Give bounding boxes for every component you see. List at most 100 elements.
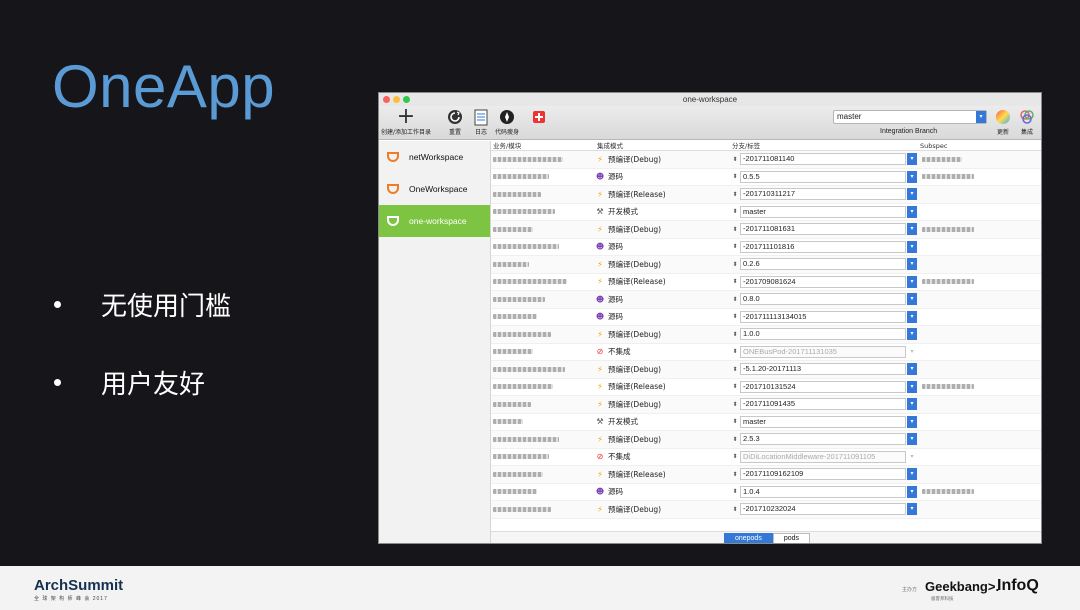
update-button[interactable]: 更新: [993, 107, 1013, 136]
chevron-down-icon[interactable]: ▾: [907, 380, 917, 393]
stepper-icon[interactable]: ⬍: [730, 278, 740, 285]
mode-cell[interactable]: ☻ 源码: [595, 171, 730, 182]
mode-cell[interactable]: ⚡ 预编译(Release): [595, 381, 730, 392]
reset-button[interactable]: 重置: [445, 107, 465, 136]
mode-cell[interactable]: ⚡ 预编译(Debug): [595, 329, 730, 340]
stepper-icon[interactable]: ⬍: [730, 453, 740, 460]
stepper-icon[interactable]: ⬍: [730, 191, 740, 198]
mode-cell[interactable]: ⚒ 开发模式: [595, 416, 730, 427]
chevron-down-icon[interactable]: ▾: [907, 398, 917, 411]
stepper-icon[interactable]: ⬍: [730, 208, 740, 215]
chevron-down-icon[interactable]: ▾: [907, 188, 917, 201]
branch-field[interactable]: DiDiLocationMiddleware-201711091105: [740, 450, 906, 463]
chevron-down-icon[interactable]: ▾: [907, 310, 917, 323]
mode-cell[interactable]: ⊘ 不集成: [595, 346, 730, 357]
mode-cell[interactable]: ⚡ 预编译(Release): [595, 276, 730, 287]
zoom-icon[interactable]: [403, 96, 410, 103]
stepper-icon[interactable]: ⬍: [730, 156, 740, 163]
branch-field[interactable]: -201711101816: [740, 240, 906, 253]
stepper-icon[interactable]: ⬍: [730, 296, 740, 303]
mode-cell[interactable]: ⚡ 预编译(Debug): [595, 434, 730, 445]
branch-field[interactable]: 0.8.0: [740, 293, 906, 306]
stepper-icon[interactable]: ⬍: [730, 261, 740, 268]
sidebar-item-one-workspace[interactable]: one-workspace: [379, 205, 490, 237]
chevron-down-icon[interactable]: ▾: [907, 170, 917, 183]
stepper-icon[interactable]: ⬍: [730, 383, 740, 390]
chevron-down-icon[interactable]: ▾: [907, 451, 917, 463]
branch-field[interactable]: -201710232024: [740, 503, 906, 516]
chevron-down-icon[interactable]: ▾: [907, 293, 917, 306]
branch-field[interactable]: -20171109162109: [740, 468, 906, 481]
minimize-icon[interactable]: [393, 96, 400, 103]
integrate-button[interactable]: 集成: [1017, 107, 1037, 136]
branch-field[interactable]: 1.0.4: [740, 485, 906, 498]
branch-field[interactable]: ONEBusPod-201711131035: [740, 345, 906, 358]
tab-onepods[interactable]: onepods: [723, 533, 773, 543]
sidebar-item-networkspace[interactable]: netWorkspace: [379, 141, 490, 173]
branch-field[interactable]: -201710131524: [740, 380, 906, 393]
stepper-icon[interactable]: ⬍: [730, 331, 740, 338]
chevron-down-icon[interactable]: ▾: [907, 275, 917, 288]
create-workspace-button[interactable]: + 创建/添加工作目录: [381, 106, 431, 137]
branch-field[interactable]: 2.5.3: [740, 433, 906, 446]
branch-field[interactable]: -201709081624: [740, 275, 906, 288]
close-icon[interactable]: [383, 96, 390, 103]
mode-cell[interactable]: ☻ 源码: [595, 294, 730, 305]
chevron-down-icon[interactable]: ▾: [907, 415, 917, 428]
branch-field[interactable]: -201711091435: [740, 398, 906, 411]
stepper-icon[interactable]: ⬍: [730, 226, 740, 233]
chevron-down-icon[interactable]: ▾: [907, 433, 917, 446]
branch-field[interactable]: -201711113134015: [740, 310, 906, 323]
chevron-down-icon[interactable]: ▾: [907, 346, 917, 358]
chevron-down-icon[interactable]: ▾: [907, 503, 917, 516]
mode-cell[interactable]: ⚡ 预编译(Debug): [595, 224, 730, 235]
chevron-down-icon[interactable]: ▾: [907, 485, 917, 498]
mode-cell[interactable]: ⚡ 预编译(Debug): [595, 154, 730, 165]
stepper-icon[interactable]: ⬍: [730, 348, 740, 355]
chevron-down-icon[interactable]: ▾: [907, 258, 917, 271]
mode-cell[interactable]: ⚡ 预编译(Debug): [595, 399, 730, 410]
branch-field[interactable]: -5.1.20-20171113: [740, 363, 906, 376]
stepper-icon[interactable]: ⬍: [730, 418, 740, 425]
stepper-icon[interactable]: ⬍: [730, 243, 740, 250]
tab-pods[interactable]: pods: [772, 533, 811, 543]
chevron-down-icon[interactable]: ▾: [907, 328, 917, 341]
mode-cell[interactable]: ⚡ 预编译(Release): [595, 469, 730, 480]
log-button[interactable]: 日志: [471, 107, 491, 136]
stepper-icon[interactable]: ⬍: [730, 313, 740, 320]
mode-cell[interactable]: ☻ 源码: [595, 311, 730, 322]
mode-cell[interactable]: ⚡ 预编译(Debug): [595, 364, 730, 375]
code-slim-button[interactable]: 代码瘦身: [495, 107, 519, 136]
mode-cell[interactable]: ⊘ 不集成: [595, 451, 730, 462]
stepper-icon[interactable]: ⬍: [730, 471, 740, 478]
integration-branch-select[interactable]: master ▾: [833, 110, 987, 124]
branch-field[interactable]: 0.2.6: [740, 258, 906, 271]
stepper-icon[interactable]: ⬍: [730, 401, 740, 408]
sidebar-item-oneworkspace[interactable]: OneWorkspace: [379, 173, 490, 205]
stepper-icon[interactable]: ⬍: [730, 506, 740, 513]
stepper-icon[interactable]: ⬍: [730, 488, 740, 495]
chevron-down-icon[interactable]: ▾: [907, 223, 917, 236]
mode-cell[interactable]: ⚡ 预编译(Debug): [595, 259, 730, 270]
mode-cell[interactable]: ⚒ 开发模式: [595, 206, 730, 217]
chevron-down-icon[interactable]: ▾: [907, 468, 917, 481]
branch-field[interactable]: master: [740, 415, 906, 428]
branch-field[interactable]: master: [740, 205, 906, 218]
mode-cell[interactable]: ☻ 源码: [595, 486, 730, 497]
medkit-button[interactable]: [529, 107, 549, 127]
chevron-down-icon[interactable]: ▾: [907, 205, 917, 218]
branch-field[interactable]: -201711081631: [740, 223, 906, 236]
branch-field[interactable]: 0.5.5: [740, 170, 906, 183]
mode-cell[interactable]: ⚡ 预编译(Release): [595, 189, 730, 200]
mode-cell[interactable]: ☻ 源码: [595, 241, 730, 252]
branch-field[interactable]: 1.0.0: [740, 328, 906, 341]
branch-field[interactable]: -201710311217: [740, 188, 906, 201]
stepper-icon[interactable]: ⬍: [730, 436, 740, 443]
stepper-icon[interactable]: ⬍: [730, 173, 740, 180]
mode-cell[interactable]: ⚡ 预编译(Debug): [595, 504, 730, 515]
stepper-icon[interactable]: ⬍: [730, 366, 740, 373]
chevron-down-icon[interactable]: ▾: [907, 240, 917, 253]
branch-field[interactable]: -201711081140: [740, 153, 906, 166]
chevron-down-icon[interactable]: ▾: [907, 153, 917, 166]
chevron-down-icon[interactable]: ▾: [907, 363, 917, 376]
